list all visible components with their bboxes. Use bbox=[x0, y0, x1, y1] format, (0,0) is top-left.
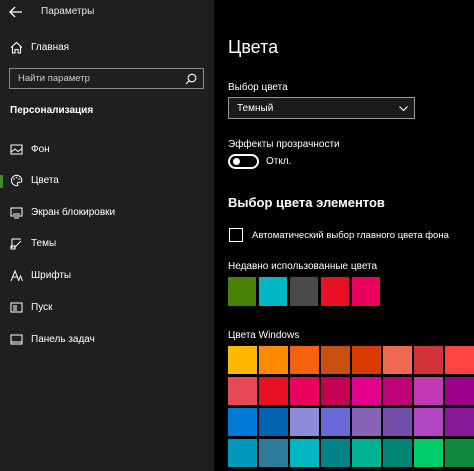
auto-accent-label: Автоматический выбор главного цвета фона bbox=[252, 230, 449, 241]
windows-color-swatch[interactable] bbox=[321, 439, 350, 467]
section-title: Персонализация bbox=[10, 105, 94, 116]
search-placeholder: Найти параметр bbox=[18, 73, 90, 84]
palette-icon bbox=[10, 174, 23, 187]
image-icon bbox=[10, 144, 23, 155]
dropdown-value: Темный bbox=[237, 103, 274, 114]
sidebar-item-lock-screen[interactable]: Экран блокировки bbox=[0, 201, 214, 225]
lock-screen-icon bbox=[10, 207, 23, 219]
sidebar-item-start[interactable]: Пуск bbox=[0, 296, 214, 320]
sidebar-item-themes[interactable]: Темы bbox=[0, 232, 214, 256]
title-bar: Параметры bbox=[0, 0, 214, 24]
recent-color-swatch[interactable] bbox=[352, 277, 380, 306]
font-icon bbox=[10, 269, 23, 282]
theme-icon bbox=[10, 238, 22, 250]
windows-color-swatch[interactable] bbox=[352, 439, 381, 467]
sidebar-item-label: Панель задач bbox=[31, 334, 95, 345]
chevron-down-icon bbox=[399, 106, 408, 112]
home-nav-item[interactable]: Главная bbox=[0, 37, 214, 59]
windows-color-swatch[interactable] bbox=[259, 377, 288, 405]
windows-color-swatch[interactable] bbox=[321, 377, 350, 405]
accent-heading: Выбор цвета элементов bbox=[228, 195, 385, 210]
recent-color-swatch[interactable] bbox=[259, 277, 287, 306]
windows-color-swatch[interactable] bbox=[228, 439, 257, 467]
windows-color-swatch[interactable] bbox=[352, 346, 381, 374]
windows-color-swatch[interactable] bbox=[445, 439, 474, 467]
sidebar-item-taskbar[interactable]: Панель задач bbox=[0, 328, 214, 352]
sidebar-item-fonts[interactable]: Шрифты bbox=[0, 264, 214, 288]
sidebar-item-colors[interactable]: Цвета bbox=[0, 169, 214, 193]
home-label: Главная bbox=[31, 42, 70, 53]
windows-color-swatch[interactable] bbox=[383, 408, 412, 436]
windows-color-swatch[interactable] bbox=[290, 408, 319, 436]
window-title: Параметры bbox=[41, 6, 95, 17]
windows-color-swatch[interactable] bbox=[352, 408, 381, 436]
windows-color-swatch[interactable] bbox=[414, 408, 443, 436]
recent-color-swatch[interactable] bbox=[228, 277, 256, 306]
windows-color-swatch[interactable] bbox=[414, 377, 443, 405]
transparency-toggle[interactable] bbox=[228, 154, 259, 169]
recent-color-swatch[interactable] bbox=[321, 277, 349, 306]
windows-color-swatch[interactable] bbox=[383, 439, 412, 467]
windows-color-swatch[interactable] bbox=[259, 439, 288, 467]
windows-color-swatch[interactable] bbox=[290, 439, 319, 467]
search-icon[interactable] bbox=[185, 73, 197, 85]
recent-color-swatch[interactable] bbox=[290, 277, 318, 306]
selection-indicator bbox=[0, 175, 3, 188]
main-content: Цвета Выбор цвета Темный Эффекты прозрач… bbox=[214, 0, 474, 471]
windows-color-swatch[interactable] bbox=[383, 377, 412, 405]
color-mode-dropdown[interactable]: Темный bbox=[228, 97, 415, 119]
sidebar-item-background[interactable]: Фон bbox=[0, 138, 214, 162]
sidebar-item-label: Цвета bbox=[31, 175, 59, 186]
sidebar-item-label: Экран блокировки bbox=[31, 207, 116, 218]
windows-color-swatch[interactable] bbox=[290, 377, 319, 405]
toggle-knob bbox=[233, 158, 240, 165]
transparency-label: Эффекты прозрачности bbox=[228, 139, 340, 150]
windows-color-swatch[interactable] bbox=[321, 346, 350, 374]
page-title: Цвета bbox=[228, 37, 279, 57]
sidebar-item-label: Темы bbox=[31, 238, 57, 249]
auto-accent-checkbox[interactable] bbox=[229, 228, 243, 242]
recent-colors-label: Недавно использованные цвета bbox=[228, 261, 378, 272]
sidebar-item-label: Шрифты bbox=[31, 270, 72, 281]
windows-color-swatch[interactable] bbox=[352, 377, 381, 405]
windows-color-swatch[interactable] bbox=[259, 408, 288, 436]
sidebar: Параметры Главная Найти параметр Персона… bbox=[0, 0, 214, 471]
back-arrow-icon[interactable] bbox=[9, 6, 23, 18]
sidebar-item-label: Фон bbox=[31, 144, 50, 155]
windows-colors-label: Цвета Windows bbox=[228, 330, 300, 341]
home-icon bbox=[10, 41, 23, 54]
toggle-state-label: Откл. bbox=[266, 156, 292, 167]
windows-color-swatch[interactable] bbox=[321, 408, 350, 436]
windows-color-swatch[interactable] bbox=[228, 377, 257, 405]
windows-color-swatch[interactable] bbox=[445, 346, 474, 374]
windows-color-swatch[interactable] bbox=[445, 377, 474, 405]
windows-color-swatch[interactable] bbox=[259, 346, 288, 374]
windows-color-swatch[interactable] bbox=[290, 346, 319, 374]
windows-color-swatch[interactable] bbox=[414, 439, 443, 467]
windows-color-swatch[interactable] bbox=[414, 346, 443, 374]
windows-color-swatch[interactable] bbox=[445, 408, 474, 436]
color-choice-label: Выбор цвета bbox=[228, 82, 288, 93]
start-icon bbox=[10, 302, 23, 313]
taskbar-icon bbox=[10, 334, 23, 345]
windows-color-swatch[interactable] bbox=[228, 408, 257, 436]
sidebar-item-label: Пуск bbox=[31, 302, 53, 313]
windows-color-swatch[interactable] bbox=[228, 346, 257, 374]
windows-color-swatch[interactable] bbox=[383, 346, 412, 374]
search-input[interactable]: Найти параметр bbox=[9, 68, 204, 89]
